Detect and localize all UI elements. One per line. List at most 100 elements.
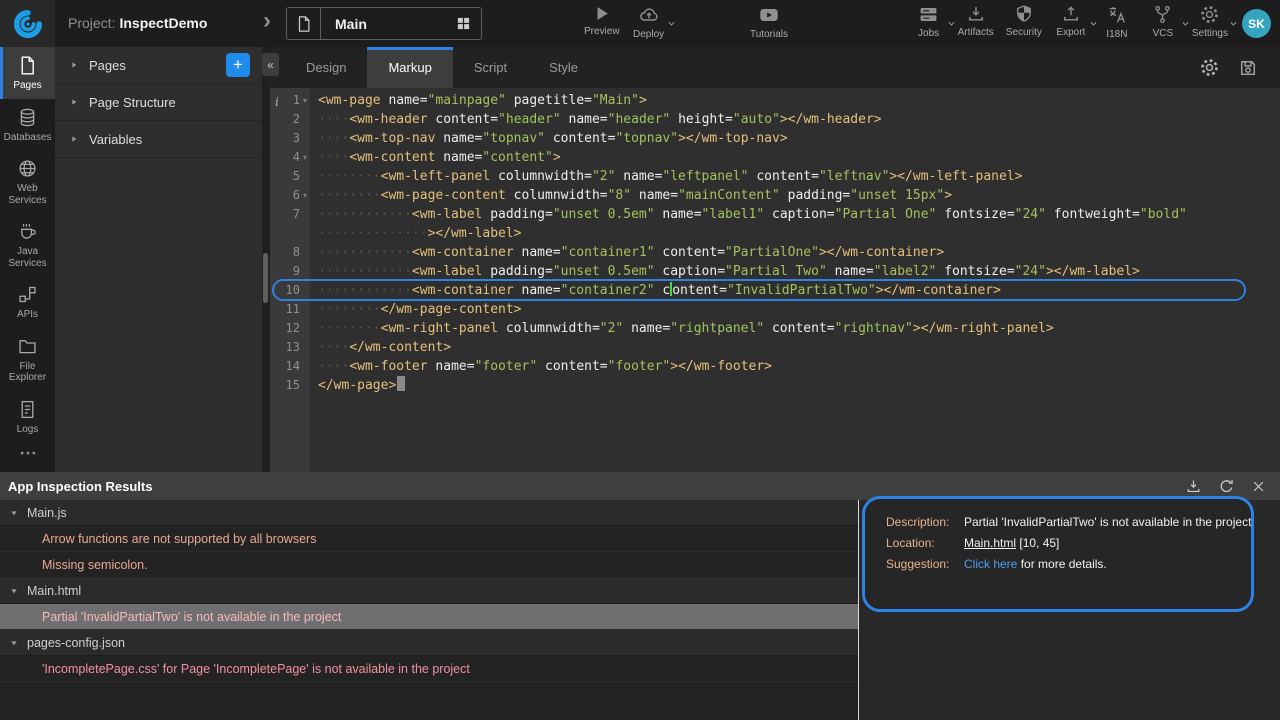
code-line-12[interactable]: 12········<wm-right-panel columnwidth="2… (270, 319, 1280, 338)
tutorials-button[interactable]: Tutorials (744, 4, 794, 40)
section-pages[interactable]: Pages+ (55, 47, 262, 84)
code-text[interactable]: ········<wm-left-panel columnwidth="2" n… (310, 167, 1022, 186)
inspection-group-Main.html[interactable]: Main.html (0, 578, 858, 604)
more-options-icon[interactable] (0, 443, 55, 468)
deploy-button[interactable]: Deploy (626, 4, 672, 40)
code-text[interactable]: ············<wm-label padding="unset 0.5… (310, 262, 1140, 281)
tab-markup[interactable]: Markup (367, 47, 452, 88)
inspection-group-Main.js[interactable]: Main.js (0, 500, 858, 526)
sidebar-item-databases[interactable]: Databases (0, 99, 55, 151)
annotation-info-icon[interactable]: i (275, 93, 279, 112)
tab-script[interactable]: Script (453, 47, 528, 88)
code-line-1[interactable]: 1▾<wm-page name="mainpage" pagetitle="Ma… (270, 91, 1280, 110)
gutter-cell[interactable]: 6▾ (270, 186, 310, 205)
code-text[interactable]: ····<wm-top-nav name="topnav" content="t… (310, 129, 788, 148)
artifacts-button[interactable]: Artifacts (952, 4, 1000, 40)
code-line-3[interactable]: 3····<wm-top-nav name="topnav" content="… (270, 129, 1280, 148)
save-icon[interactable] (1238, 58, 1258, 78)
code-text[interactable]: ····</wm-content> (310, 338, 451, 357)
code-line-15[interactable]: 15</wm-page> (270, 376, 1280, 395)
code-line-5[interactable]: 5········<wm-left-panel columnwidth="2" … (270, 167, 1280, 186)
sidebar-item-pages[interactable]: Pages (0, 47, 55, 99)
gutter-cell[interactable]: 14 (270, 357, 310, 376)
gutter-cell[interactable]: 15 (270, 376, 310, 395)
inspection-result-row[interactable]: Arrow functions are not supported by all… (0, 526, 858, 552)
gutter-cell[interactable]: 2 (270, 110, 310, 129)
code-text[interactable]: <wm-page name="mainpage" pagetitle="Main… (310, 91, 647, 110)
location-file-link[interactable]: Main.html (964, 536, 1016, 550)
grid-icon[interactable] (456, 16, 481, 31)
gutter-cell[interactable]: 12 (270, 319, 310, 338)
add-page-button[interactable]: + (226, 53, 250, 77)
markup-settings-icon[interactable] (1199, 57, 1220, 78)
code-text[interactable]: ········<wm-right-panel columnwidth="2" … (310, 319, 1054, 338)
security-button[interactable]: Security (1000, 4, 1048, 40)
section-variables[interactable]: Variables (55, 121, 262, 158)
code-line-11[interactable]: 11········</wm-page-content> (270, 300, 1280, 319)
export-button[interactable]: Export (1048, 4, 1094, 40)
gutter-cell[interactable]: 4▾ (270, 148, 310, 167)
code-line-7[interactable]: 7············<wm-label padding="unset 0.… (270, 205, 1280, 224)
inspection-result-row[interactable]: 'IncompletePage.css' for Page 'Incomplet… (0, 656, 858, 682)
panel-scrollbar[interactable] (262, 47, 270, 472)
code-editor[interactable]: i 1▾<wm-page name="mainpage" pagetitle="… (270, 88, 1280, 472)
gutter-cell[interactable]: 11 (270, 300, 310, 319)
code-line-13[interactable]: 13····</wm-content> (270, 338, 1280, 357)
gutter-cell[interactable]: 10 (270, 281, 310, 300)
code-text[interactable]: ········<wm-page-content columnwidth="8"… (310, 186, 952, 205)
code-line-wrap[interactable]: ··············></wm-label> (270, 224, 1280, 243)
sidebar-item-logs[interactable]: Logs (0, 391, 55, 443)
code-text[interactable]: ····<wm-header content="header" name="he… (310, 110, 882, 129)
inspection-result-row[interactable]: Partial 'InvalidPartialTwo' is not avail… (0, 604, 858, 630)
code-text[interactable]: </wm-page> (310, 376, 405, 395)
user-avatar[interactable]: SK (1242, 9, 1271, 38)
code-line-9[interactable]: 9············<wm-label padding="unset 0.… (270, 262, 1280, 281)
gutter-cell[interactable]: 9 (270, 262, 310, 281)
inspection-result-row[interactable]: Missing semicolon. (0, 552, 858, 578)
sidebar-item-web-services[interactable]: Web Services (0, 150, 55, 213)
page-tab-main[interactable]: Main (286, 7, 482, 40)
artifacts-label: Artifacts (958, 27, 994, 38)
sidebar-item-file-explorer[interactable]: File Explorer (0, 328, 55, 391)
gutter-cell[interactable]: 3 (270, 129, 310, 148)
i18n-button[interactable]: I18N (1094, 4, 1140, 40)
fold-marker-icon[interactable]: ▾ (300, 91, 310, 110)
sidebar-item-apis[interactable]: APIs (0, 276, 55, 328)
vcs-button[interactable]: VCS (1140, 4, 1186, 40)
download-icon[interactable] (1185, 478, 1202, 495)
fold-marker-icon[interactable]: ▾ (300, 186, 310, 205)
code-text[interactable]: ····<wm-footer name="footer" content="fo… (310, 357, 772, 376)
scrollbar-thumb[interactable] (263, 253, 268, 303)
jobs-button[interactable]: Jobs (906, 4, 952, 40)
refresh-icon[interactable] (1218, 478, 1235, 495)
section-page-structure[interactable]: Page Structure (55, 84, 262, 121)
gutter-cell[interactable]: 5 (270, 167, 310, 186)
inspection-group-pages-config.json[interactable]: pages-config.json (0, 630, 858, 656)
code-line-6[interactable]: 6▾········<wm-page-content columnwidth="… (270, 186, 1280, 205)
sidebar-item-java-services[interactable]: Java Services (0, 213, 55, 276)
code-line-4[interactable]: 4▾····<wm-content name="content"> (270, 148, 1280, 167)
settings-button[interactable]: Settings (1186, 4, 1234, 40)
click-here-link[interactable]: Click here (964, 557, 1017, 571)
wavemaker-logo-icon[interactable] (0, 0, 55, 47)
collapse-panel-button[interactable]: « (262, 53, 279, 76)
code-line-2[interactable]: 2····<wm-header content="header" name="h… (270, 110, 1280, 129)
tab-design[interactable]: Design (285, 47, 367, 88)
gutter-cell[interactable]: 7 (270, 205, 310, 224)
code-text[interactable]: ··············></wm-label> (310, 224, 522, 243)
code-text[interactable]: ········</wm-page-content> (310, 300, 522, 319)
gutter-cell[interactable]: 8 (270, 243, 310, 262)
tab-style[interactable]: Style (528, 47, 599, 88)
close-icon[interactable] (1251, 479, 1266, 494)
code-line-14[interactable]: 14····<wm-footer name="footer" content="… (270, 357, 1280, 376)
code-text[interactable]: ············<wm-container name="containe… (310, 243, 944, 262)
preview-button[interactable]: Preview (578, 4, 626, 40)
gutter-cell[interactable]: 13 (270, 338, 310, 357)
fold-marker-icon[interactable]: ▾ (300, 148, 310, 167)
code-line-8[interactable]: 8············<wm-container name="contain… (270, 243, 1280, 262)
code-text[interactable]: ············<wm-label padding="unset 0.5… (310, 205, 1187, 224)
code-line-10[interactable]: 10············<wm-container name="contai… (270, 281, 1280, 300)
code-text[interactable]: ····<wm-content name="content"> (310, 148, 561, 167)
gutter-cell[interactable] (270, 224, 310, 243)
code-text[interactable]: ············<wm-container name="containe… (310, 281, 1001, 300)
